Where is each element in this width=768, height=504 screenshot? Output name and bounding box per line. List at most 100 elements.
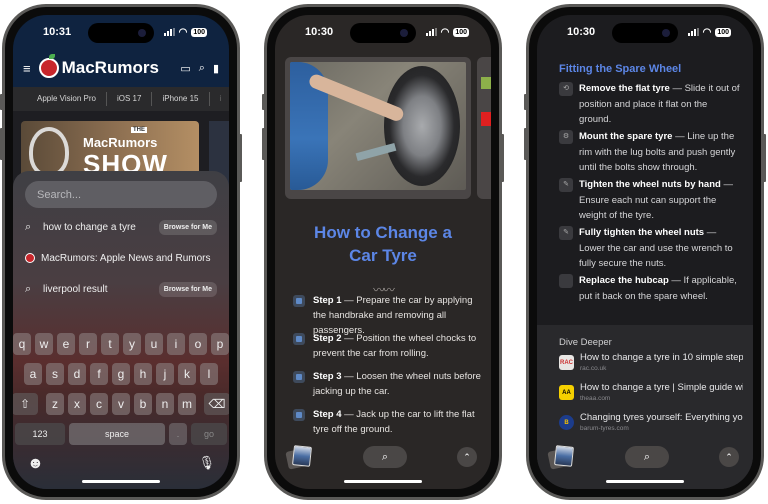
status-time: 10:30 (567, 26, 596, 38)
key-r[interactable]: r (79, 333, 97, 355)
site-logo[interactable]: MacRumors (38, 54, 159, 78)
article-title: How to Change a Car Tyre (314, 223, 452, 265)
step-item: Step 4 — Jack up the car to lift the fla… (293, 407, 481, 437)
status-time: 10:31 (43, 26, 72, 38)
space-key[interactable]: space (69, 423, 165, 445)
period-key[interactable]: . (169, 423, 187, 445)
screen: 10:30 ◠ 100 How to Change a Car Tyre 〰〰 … (275, 15, 491, 489)
next-image-card[interactable] (477, 57, 491, 199)
browse-for-me-button[interactable]: Browse for Me (158, 219, 217, 235)
step-label: Step 3 (313, 371, 342, 382)
numbers-key[interactable]: 123 (15, 423, 65, 445)
key-i[interactable]: i (167, 333, 185, 355)
tool-icon (559, 274, 573, 288)
step-number-icon (293, 295, 305, 307)
delete-key[interactable]: ⌫ (204, 393, 229, 415)
tab-iphone-15[interactable]: iPhone 15 (152, 92, 210, 106)
key-a[interactable]: a (24, 363, 42, 385)
key-c[interactable]: c (90, 393, 108, 415)
step-number-icon (293, 333, 305, 345)
scroll-up-button[interactable]: ⌃ (457, 447, 477, 467)
tool-icon: ⟲ (559, 82, 573, 96)
suggestion-item[interactable]: ⌕ liverpool result Browse for Me (25, 279, 217, 299)
key-g[interactable]: g (112, 363, 130, 385)
home-indicator[interactable] (82, 480, 160, 483)
tab-ios-17[interactable]: iOS 17 (107, 92, 153, 106)
browse-for-me-button[interactable]: Browse for Me (158, 281, 217, 297)
step-number-icon (293, 371, 305, 383)
related-link[interactable]: B Changing tyres yourself: Everything yo.… (559, 411, 743, 433)
key-z[interactable]: z (46, 393, 64, 415)
related-link[interactable]: RAC How to change a tyre in 10 simple ste… (559, 351, 743, 373)
go-key[interactable]: go (191, 423, 227, 445)
key-m[interactable]: m (178, 393, 196, 415)
microphone-icon[interactable]: 🎙 (198, 455, 215, 473)
phone-macrumors: 10:31 ◠ 100 ≡ MacRumors ▭ ⌕ ▮ Apple Visi… (0, 4, 242, 500)
key-x[interactable]: x (68, 393, 86, 415)
step-text: Ensure each nut can support the weight o… (579, 194, 717, 222)
tool-icon: ✎ (559, 178, 573, 192)
key-u[interactable]: u (145, 333, 163, 355)
tyre-change-photo (290, 62, 466, 190)
key-s[interactable]: s (46, 363, 64, 385)
tab-more[interactable]: i (210, 92, 230, 106)
status-time: 10:30 (305, 26, 334, 38)
link-title: Changing tyres yourself: Everything yo..… (580, 412, 743, 423)
step-heading: Replace the hubcap (579, 275, 669, 286)
key-k[interactable]: k (178, 363, 196, 385)
dive-deeper-title: Dive Deeper (559, 337, 612, 348)
key-f[interactable]: f (90, 363, 108, 385)
key-p[interactable]: p (211, 333, 229, 355)
key-j[interactable]: j (156, 363, 174, 385)
key-t[interactable]: t (101, 333, 119, 355)
home-indicator[interactable] (344, 480, 422, 483)
suggestion-item[interactable]: ⌕ how to change a tyre Browse for Me (25, 217, 217, 237)
shift-key[interactable]: ⇧ (13, 393, 38, 415)
battery-icon: 100 (715, 27, 731, 37)
key-l[interactable]: l (200, 363, 218, 385)
key-d[interactable]: d (68, 363, 86, 385)
step-heading: Tighten the wheel nuts by hand (579, 179, 721, 190)
emoji-icon[interactable]: ☻ (27, 455, 44, 473)
tabs-thumbnail-icon[interactable] (291, 446, 313, 468)
step-number-icon (293, 409, 305, 421)
site-favicon-icon: RAC (559, 355, 574, 370)
key-b[interactable]: b (134, 393, 152, 415)
key-o[interactable]: o (189, 333, 207, 355)
step-item: Step 2 — Position the wheel chocks to pr… (293, 331, 481, 361)
step-item: ✎ Fully tighten the wheel nuts — Lower th… (559, 225, 741, 272)
step-item: ⚙ Mount the spare tyre — Line up the rim … (559, 129, 741, 176)
sidebar-icon[interactable]: ▮ (213, 62, 219, 75)
home-indicator[interactable] (606, 480, 684, 483)
section-title: Fitting the Spare Wheel (559, 63, 682, 75)
forum-icon[interactable]: ▭ (180, 62, 190, 75)
search-icon: ⌕ (643, 450, 651, 463)
link-title: How to change a tyre in 10 simple steps (580, 352, 743, 363)
search-icon[interactable]: ⌕ (199, 62, 205, 75)
hamburger-icon[interactable]: ≡ (23, 61, 31, 76)
chevron-up-icon: ⌃ (725, 451, 733, 462)
scroll-up-button[interactable]: ⌃ (719, 447, 739, 467)
key-e[interactable]: e (57, 333, 75, 355)
step-heading: Mount the spare tyre (579, 131, 673, 142)
search-button[interactable]: ⌕ (363, 446, 407, 468)
tabs-thumbnail-icon[interactable] (553, 446, 575, 468)
key-q[interactable]: q (13, 333, 31, 355)
step-label: Step 4 (313, 409, 342, 420)
key-n[interactable]: n (156, 393, 174, 415)
key-y[interactable]: y (123, 333, 141, 355)
key-w[interactable]: w (35, 333, 53, 355)
suggestion-item[interactable]: MacRumors: Apple News and Rumors (25, 248, 217, 268)
tab-apple-vision-pro[interactable]: Apple Vision Pro (27, 92, 107, 106)
search-input[interactable]: Search... (25, 181, 217, 208)
macrumors-favicon-icon (25, 253, 35, 263)
key-v[interactable]: v (112, 393, 130, 415)
hero-image-card[interactable] (285, 57, 471, 199)
key-h[interactable]: h (134, 363, 152, 385)
search-button[interactable]: ⌕ (625, 446, 669, 468)
link-title: How to change a tyre | Simple guide wit.… (580, 382, 743, 393)
related-link[interactable]: AA How to change a tyre | Simple guide wi… (559, 381, 743, 403)
step-text: Lower the car and use the wrench to full… (579, 242, 733, 270)
link-source: barum-tyres.com (580, 425, 629, 432)
link-source: theaa.com (580, 395, 611, 402)
